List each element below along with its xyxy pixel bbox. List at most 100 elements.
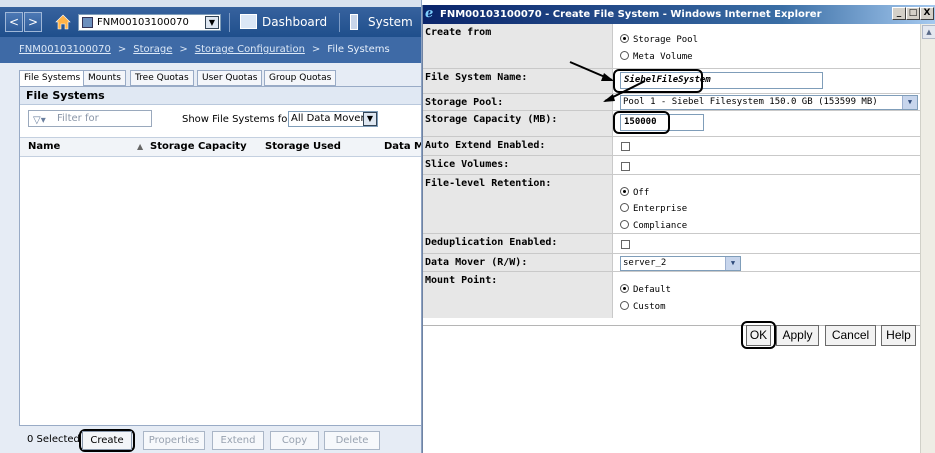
chevron-down-icon[interactable]: ▼ (902, 96, 917, 109)
breadcrumb: FNM00103100070 > Storage > Storage Configura… (0, 37, 421, 63)
column-header-storage-capacity[interactable]: Storage Capacity (150, 138, 247, 156)
sort-ascending-icon: ▲ (137, 142, 144, 151)
column-header-name[interactable]: Name (28, 138, 60, 156)
row-slice-volumes: Slice Volumes: (423, 156, 920, 175)
retention-label: File-level Retention: (423, 175, 613, 233)
properties-button[interactable]: Properties (143, 431, 205, 450)
auto-extend-label: Auto Extend Enabled: (423, 137, 613, 155)
filter-input[interactable]: ▽▾ Filter for (28, 110, 152, 127)
storage-pool-select[interactable]: Pool 1 - Siebel Filesystem 150.0 GB (153… (620, 95, 918, 110)
data-mover-label: Data Mover (R/W): (423, 254, 613, 271)
radio-retention-enterprise[interactable]: Enterprise (620, 203, 687, 215)
show-file-systems-label: Show File Systems for (182, 114, 292, 125)
auto-extend-value (614, 137, 920, 155)
deduplication-label: Deduplication Enabled: (423, 234, 613, 253)
row-data-mover: Data Mover (R/W): server_2 ▼ (423, 254, 920, 272)
filter-row: ▽▾ Filter for Show File Systems for All … (20, 105, 421, 135)
close-button[interactable]: X (920, 7, 934, 20)
slice-volumes-label: Slice Volumes: (423, 156, 613, 174)
storage-pool-value: Pool 1 - Siebel Filesystem 150.0 GB (153… (614, 94, 920, 110)
radio-selected-icon (620, 34, 629, 43)
copy-button[interactable]: Copy (270, 431, 319, 450)
slice-volumes-checkbox[interactable] (621, 162, 630, 171)
storage-capacity-input[interactable]: 150000 (620, 114, 704, 131)
breadcrumb-separator: > (117, 44, 127, 55)
dashboard-button[interactable]: Dashboard (238, 11, 327, 33)
dashboard-icon (240, 14, 257, 29)
breadcrumb-link-storage[interactable]: Storage (133, 44, 172, 55)
storage-system-icon (82, 17, 93, 28)
radio-mount-custom-label: Custom (633, 302, 666, 312)
breadcrumb-separator: > (179, 44, 188, 55)
help-button[interactable]: Help (881, 325, 916, 346)
breadcrumb-link-storage-configuration[interactable]: Storage Configuration (195, 44, 305, 55)
system-button[interactable]: System (348, 11, 413, 33)
top-strip (0, 0, 421, 7)
radio-mount-default-label: Default (633, 285, 671, 295)
back-button[interactable]: < (5, 12, 23, 32)
breadcrumb-separator: > (311, 44, 321, 55)
apply-button[interactable]: Apply (776, 325, 819, 346)
dashboard-label: Dashboard (262, 15, 328, 29)
filter-icon[interactable]: ▽▾ (33, 113, 46, 128)
forward-button[interactable]: > (24, 12, 42, 32)
internet-explorer-icon: ℯ (425, 6, 434, 21)
radio-mount-default[interactable]: Default (620, 284, 671, 296)
window-title-bar[interactable]: ℯ FNM00103100070 - Create File System - … (423, 5, 935, 24)
radio-retention-off[interactable]: Off (620, 187, 649, 199)
chevron-down-icon[interactable]: ▼ (205, 16, 219, 29)
panel-title: File Systems (20, 87, 421, 105)
radio-retention-compliance[interactable]: Compliance (620, 220, 687, 232)
radio-meta-volume-label: Meta Volume (633, 52, 693, 62)
main-toolbar: < > FNM00103100070 ▼ Dashboard System (0, 7, 421, 37)
tab-tree-quotas[interactable]: Tree Quotas (130, 70, 194, 86)
radio-retention-off-label: Off (633, 188, 650, 198)
storage-pool-selected: Pool 1 - Siebel Filesystem 150.0 GB (153… (623, 97, 878, 107)
radio-storage-pool-label: Storage Pool (633, 35, 699, 45)
data-mover-selected: server_2 (623, 258, 667, 268)
radio-storage-pool[interactable]: Storage Pool (620, 34, 698, 46)
system-icon (350, 14, 358, 30)
row-retention: File-level Retention: Off Enterprise Com… (423, 175, 920, 234)
breadcrumb-link-system[interactable]: FNM00103100070 (19, 44, 111, 55)
window-title: FNM00103100070 - Create File System - Wi… (440, 9, 822, 20)
data-mover-select[interactable]: server_2 ▼ (620, 256, 741, 271)
home-icon[interactable] (55, 14, 71, 30)
scroll-up-arrow-icon[interactable]: ▲ (922, 25, 935, 39)
radio-retention-enterprise-label: Enterprise (633, 204, 688, 214)
data-mover-filter-select[interactable]: All Data Movers ▼ (288, 111, 378, 127)
minimize-button[interactable]: _ (892, 7, 906, 20)
cancel-button[interactable]: Cancel (825, 325, 876, 346)
file-systems-panel: File Systems ▽▾ Filter for Show File Sys… (19, 86, 421, 426)
chevron-down-icon[interactable]: ▼ (363, 112, 377, 126)
chevron-down-icon[interactable]: ▼ (725, 257, 740, 270)
tab-group-quotas[interactable]: Group Quotas (264, 70, 337, 86)
radio-meta-volume[interactable]: Meta Volume (620, 51, 693, 63)
system-label: System (368, 15, 413, 29)
maximize-button[interactable]: □ (906, 7, 920, 20)
deduplication-checkbox[interactable] (621, 240, 630, 249)
tab-user-quotas[interactable]: User Quotas (197, 70, 263, 86)
row-fs-name: File System Name: SiebelFileSystem (423, 69, 920, 94)
storage-pool-label: Storage Pool: (423, 94, 613, 110)
retention-value: Off Enterprise Compliance (614, 175, 920, 233)
fs-name-input[interactable]: SiebelFileSystem (620, 72, 823, 89)
tab-file-systems[interactable]: File Systems (19, 70, 86, 87)
auto-extend-checkbox[interactable] (621, 142, 630, 151)
create-from-label: Create from (423, 24, 613, 68)
tab-mounts[interactable]: Mounts (83, 70, 126, 86)
mount-point-value: Default Custom (614, 272, 920, 318)
delete-button[interactable]: Delete (324, 431, 380, 450)
system-selector[interactable]: FNM00103100070 ▼ (78, 14, 221, 31)
create-file-system-form: Create from Storage Pool Meta Volume Fil… (423, 24, 920, 326)
create-button[interactable]: Create (82, 431, 132, 450)
slice-volumes-value (614, 156, 920, 174)
column-header-storage-used[interactable]: Storage Used (265, 138, 341, 156)
radio-unselected-icon (620, 51, 629, 60)
breadcrumb-current: File Systems (327, 44, 390, 55)
radio-mount-custom[interactable]: Custom (620, 301, 666, 313)
vertical-scrollbar[interactable]: ▲ (920, 24, 935, 453)
ok-button[interactable]: OK (746, 325, 771, 346)
extend-button[interactable]: Extend (212, 431, 264, 450)
column-header-data-mover[interactable]: Data M (384, 138, 421, 156)
